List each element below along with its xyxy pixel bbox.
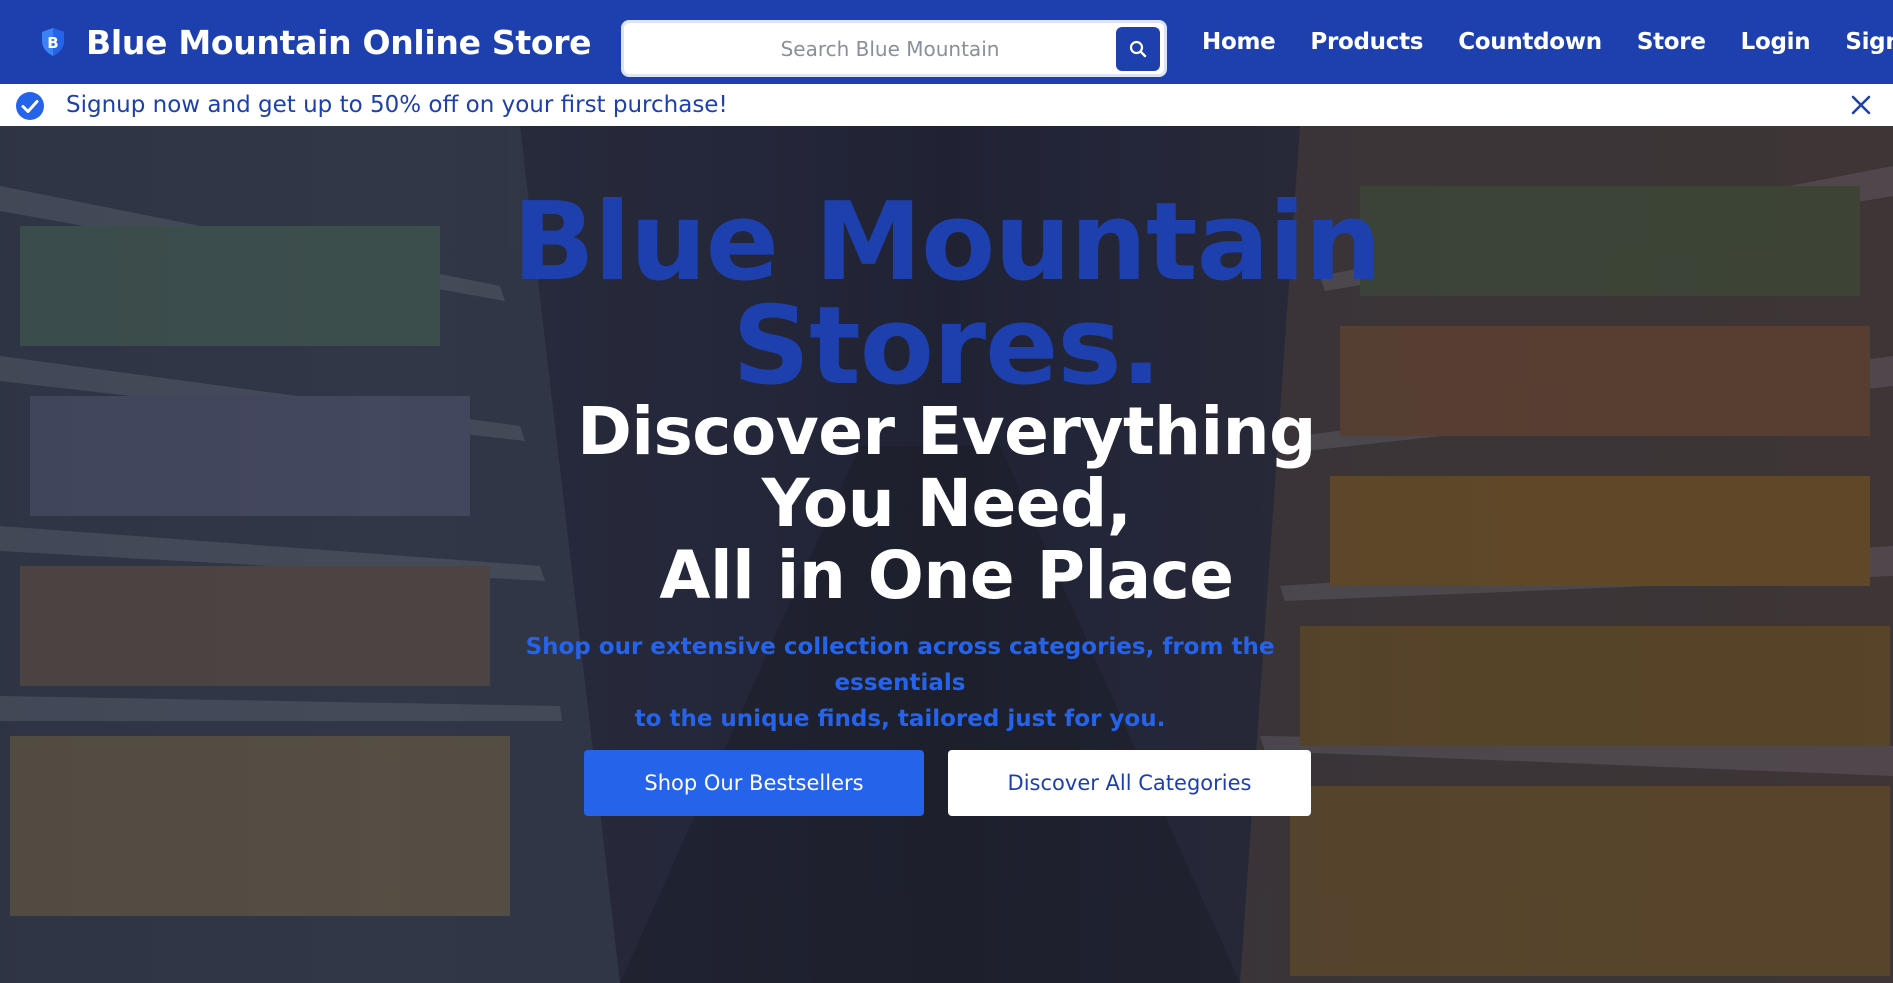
nav-products[interactable]: Products (1310, 29, 1423, 55)
hero-subtitle-line1: Discover Everything (577, 393, 1316, 470)
hero-description-line1: Shop our extensive collection across cat… (525, 634, 1275, 696)
search-icon (1129, 40, 1147, 57)
hero-description-line2: to the unique finds, tailored just for y… (634, 706, 1166, 732)
nav-home[interactable]: Home (1202, 29, 1276, 55)
shield-b-icon: B (42, 28, 64, 56)
hero-description: Shop our extensive collection across cat… (500, 629, 1300, 737)
hero-title-line2: Stores. (732, 284, 1161, 409)
nav-signup[interactable]: Signup (1845, 29, 1893, 55)
search-button[interactable] (1116, 26, 1160, 71)
promo-banner: Signup now and get up to 50% off on your… (0, 84, 1893, 126)
search-input[interactable] (624, 23, 1116, 74)
nav-countdown[interactable]: Countdown (1458, 29, 1602, 55)
check-circle-icon (16, 92, 44, 120)
search-bar (621, 20, 1167, 77)
nav-links: Home Products Countdown Store Login Sign… (1202, 0, 1893, 84)
discover-categories-button[interactable]: Discover All Categories (948, 750, 1311, 816)
hero-subtitle: Discover Everything You Need, All in One… (0, 396, 1893, 612)
nav-store[interactable]: Store (1637, 29, 1706, 55)
promo-text: Signup now and get up to 50% off on your… (66, 92, 728, 118)
top-navbar: B Blue Mountain Online Store Home Produc… (0, 0, 1893, 84)
brand-name[interactable]: Blue Mountain Online Store (86, 23, 592, 62)
nav-login[interactable]: Login (1741, 29, 1811, 55)
brand-letter: B (47, 34, 58, 52)
hero-subtitle-line2: You Need, (761, 465, 1132, 542)
brand[interactable]: B Blue Mountain Online Store (40, 0, 592, 84)
close-icon[interactable] (1849, 93, 1873, 117)
hero-section: Blue Mountain Stores. Discover Everythin… (0, 126, 1893, 983)
shop-bestsellers-button[interactable]: Shop Our Bestsellers (584, 750, 924, 816)
hero-title: Blue Mountain Stores. (0, 189, 1893, 401)
hero-subtitle-line3: All in One Place (659, 537, 1234, 614)
